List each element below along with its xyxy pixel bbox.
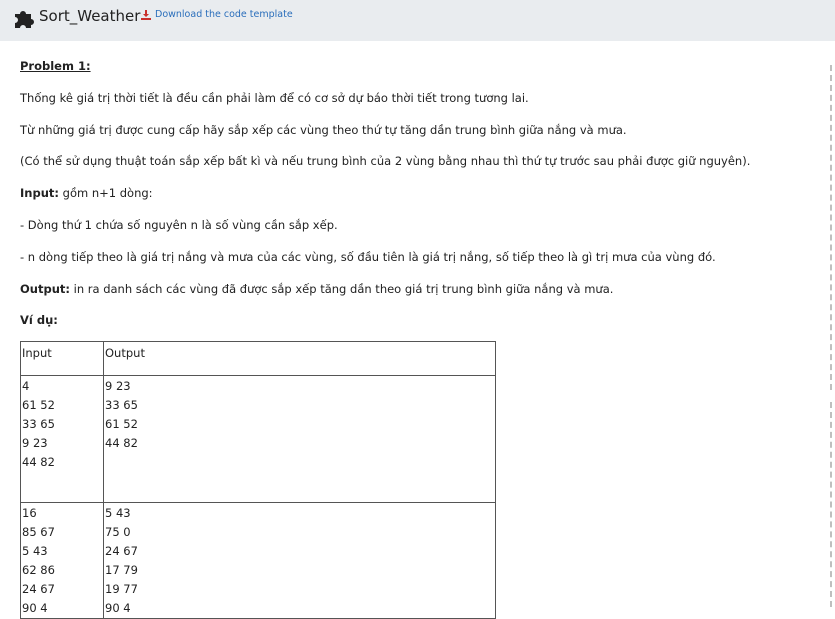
- problem-heading: Problem 1:: [20, 59, 91, 73]
- input-line-2: - n dòng tiếp theo là giá trị nắng và mư…: [20, 250, 716, 264]
- example-table: Input Output 4 61 52 33 65 9 23 44 82 9 …: [20, 341, 496, 619]
- table-header-input: Input: [20, 341, 104, 376]
- input-text: gồm n+1 dòng:: [58, 186, 153, 200]
- table-header-row: Input Output: [20, 341, 496, 376]
- output-text: in ra danh sách các vùng đã được sắp xếp…: [69, 282, 614, 296]
- table-cell-output: 5 43 75 0 24 67 17 79 19 77 90 4: [103, 502, 496, 619]
- puzzle-icon: [15, 11, 34, 28]
- table-cell-input: 4 61 52 33 65 9 23 44 82: [20, 375, 104, 503]
- scroll-track-upper: [830, 65, 835, 390]
- input-description: Input: gồm n+1 dòng:: [20, 185, 153, 201]
- problem-line-3: (Có thể sử dụng thuật toán sắp xếp bất k…: [20, 154, 751, 168]
- table-row: 4 61 52 33 65 9 23 44 82 9 23 33 65 61 5…: [20, 375, 496, 503]
- scroll-track-lower: [830, 402, 835, 607]
- download-label: Download the code template: [155, 9, 293, 20]
- download-template-link[interactable]: Download the code template: [141, 8, 293, 22]
- problem-line-2: Từ những giá trị được cung cấp hãy sắp x…: [20, 123, 627, 137]
- output-label: Output:: [20, 282, 70, 296]
- input-line-1: - Dòng thứ 1 chứa số nguyên n là số vùng…: [20, 218, 338, 232]
- problem-line-1: Thống kê giá trị thời tiết là đều cần ph…: [20, 91, 529, 105]
- table-row: 16 85 67 5 43 62 86 24 67 90 4 5 43 75 0…: [20, 502, 496, 619]
- output-description: Output: in ra danh sách các vùng đã được…: [20, 281, 613, 297]
- top-bar: Sort_Weather Download the code template: [0, 0, 835, 41]
- table-cell-input: 16 85 67 5 43 62 86 24 67 90 4: [20, 502, 104, 619]
- page-title: Sort_Weather: [39, 7, 141, 25]
- input-label: Input:: [20, 186, 59, 200]
- download-icon: [141, 10, 151, 20]
- table-header-output: Output: [103, 341, 496, 376]
- example-label: Ví dụ:: [20, 313, 58, 327]
- table-cell-output: 9 23 33 65 61 52 44 82: [103, 375, 496, 503]
